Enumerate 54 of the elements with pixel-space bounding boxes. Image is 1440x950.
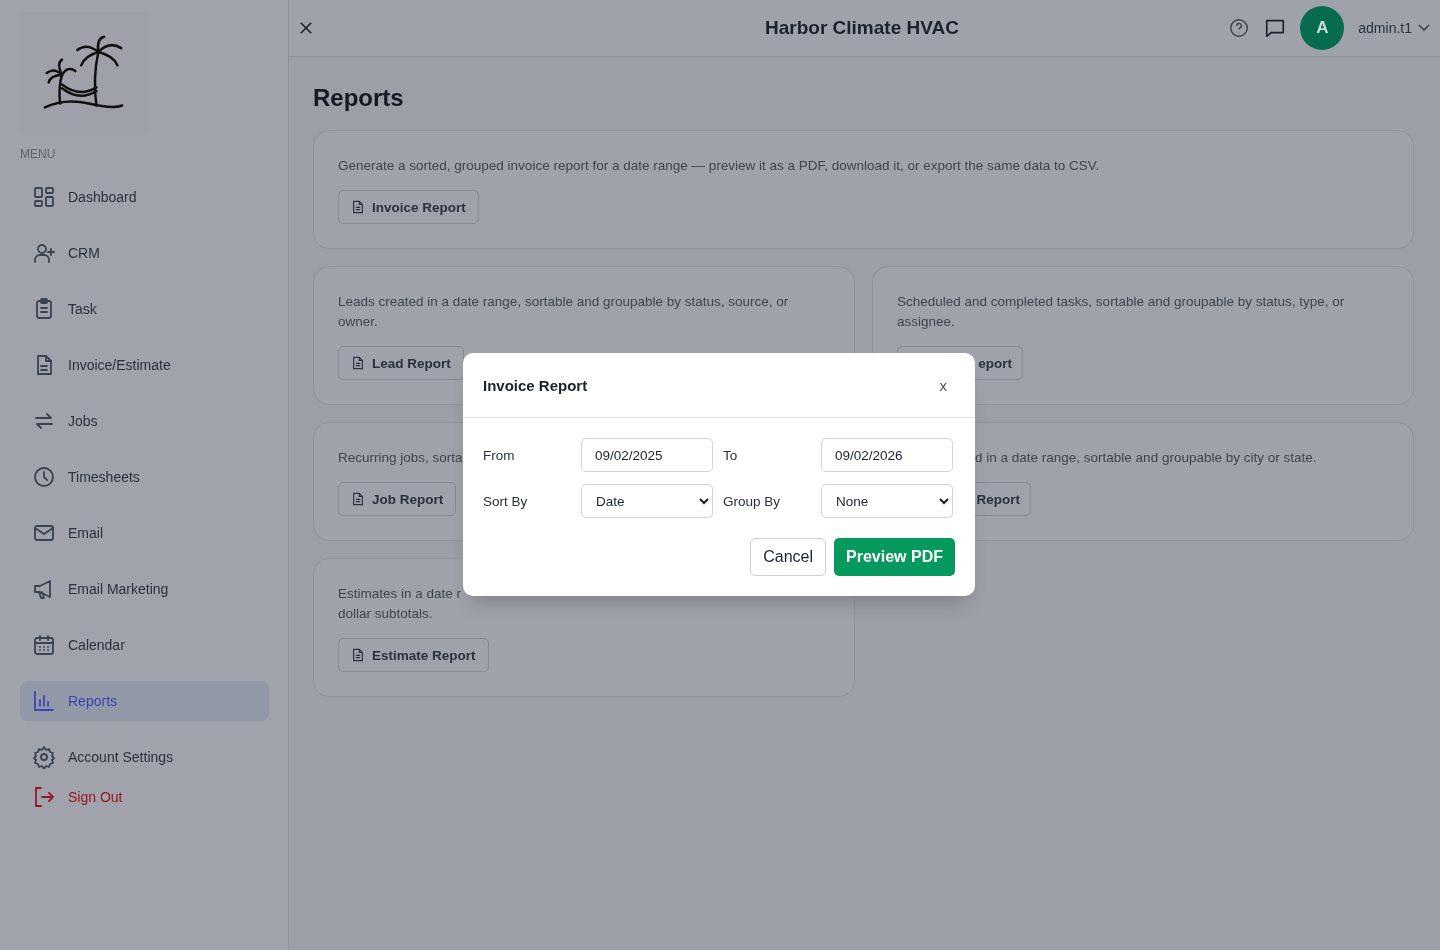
field-label: From [483, 447, 516, 463]
card-description: Recurring jobs, sorta [338, 449, 463, 467]
clock-icon [32, 465, 56, 489]
close-button[interactable]: x [939, 376, 947, 394]
document-icon [351, 356, 365, 370]
field-label: Group By [723, 493, 782, 509]
grid-icon [32, 185, 56, 209]
document-icon [351, 648, 365, 662]
close-icon[interactable] [299, 21, 313, 35]
card-description: d in a date range, sortable and groupable by city or state. [975, 449, 1317, 467]
report-button[interactable]: Job Report [338, 482, 457, 516]
help-icon[interactable] [1228, 17, 1251, 39]
calendar-icon [32, 633, 56, 657]
cancel-button[interactable]: Cancel [750, 538, 827, 576]
field-label: To [723, 447, 739, 463]
sidebar-item[interactable]: CRM [20, 233, 269, 273]
exit-icon [32, 785, 56, 809]
sidebar-item[interactable]: Jobs [20, 401, 269, 441]
date-field[interactable]: 09/02/2025 [581, 438, 713, 472]
settings-icon [32, 745, 56, 769]
menu-heading: MENU [20, 147, 57, 161]
add-user-icon [32, 241, 56, 265]
preview-button[interactable]: Preview PDF [834, 538, 955, 576]
bar-chart-icon [32, 689, 56, 713]
app-title: Harbor Climate HVAC [765, 17, 959, 39]
sidebar-item[interactable]: Task [20, 289, 269, 329]
sidebar-item[interactable]: Account Settings [20, 737, 269, 777]
card-description: Scheduled and completed tasks, sortable and groupable by status, type, or assignee. [897, 293, 1345, 331]
report-button[interactable]: Estimate Report [338, 638, 489, 672]
document-icon [351, 492, 365, 506]
report-button[interactable]: Lead Report [338, 346, 464, 380]
dialog-title: Invoice Report [483, 376, 588, 394]
sidebar-item[interactable]: Email Marketing [20, 569, 269, 609]
user-avatar[interactable]: A [1300, 6, 1345, 50]
card-description: Estimates in a date r dollar subtotals. [338, 585, 462, 623]
sidebar-item[interactable]: Dashboard [20, 177, 269, 217]
sidebar-item[interactable]: Timesheets [20, 457, 269, 497]
user-menu[interactable]: admin.t1 [1358, 20, 1412, 36]
document-icon [351, 200, 365, 214]
field-label: Sort By [483, 493, 529, 509]
chat-icon[interactable] [1264, 17, 1287, 39]
sign-out-link[interactable]: Sign Out [20, 777, 269, 817]
page-title: Reports [313, 84, 405, 112]
date-field[interactable]: 09/02/2026 [821, 438, 953, 472]
report-button[interactable]: Invoice Report [338, 190, 479, 224]
sidebar-item[interactable]: Invoice/Estimate [20, 345, 269, 385]
dropdown[interactable]: Date [581, 484, 713, 518]
card-description: Generate a sorted, grouped invoice report for a date range — preview it as a PDF, download it, or export the same data to CSV. [338, 157, 1100, 175]
sidebar-item[interactable]: Reports [20, 681, 269, 721]
sidebar-item[interactable]: Calendar [20, 625, 269, 665]
sidebar-item[interactable]: Email [20, 513, 269, 553]
caret-icon[interactable] [1418, 24, 1430, 32]
card-description: Leads created in a date range, sortable and groupable by status, source, or owner. [338, 293, 789, 331]
dropdown[interactable]: None [821, 484, 953, 518]
